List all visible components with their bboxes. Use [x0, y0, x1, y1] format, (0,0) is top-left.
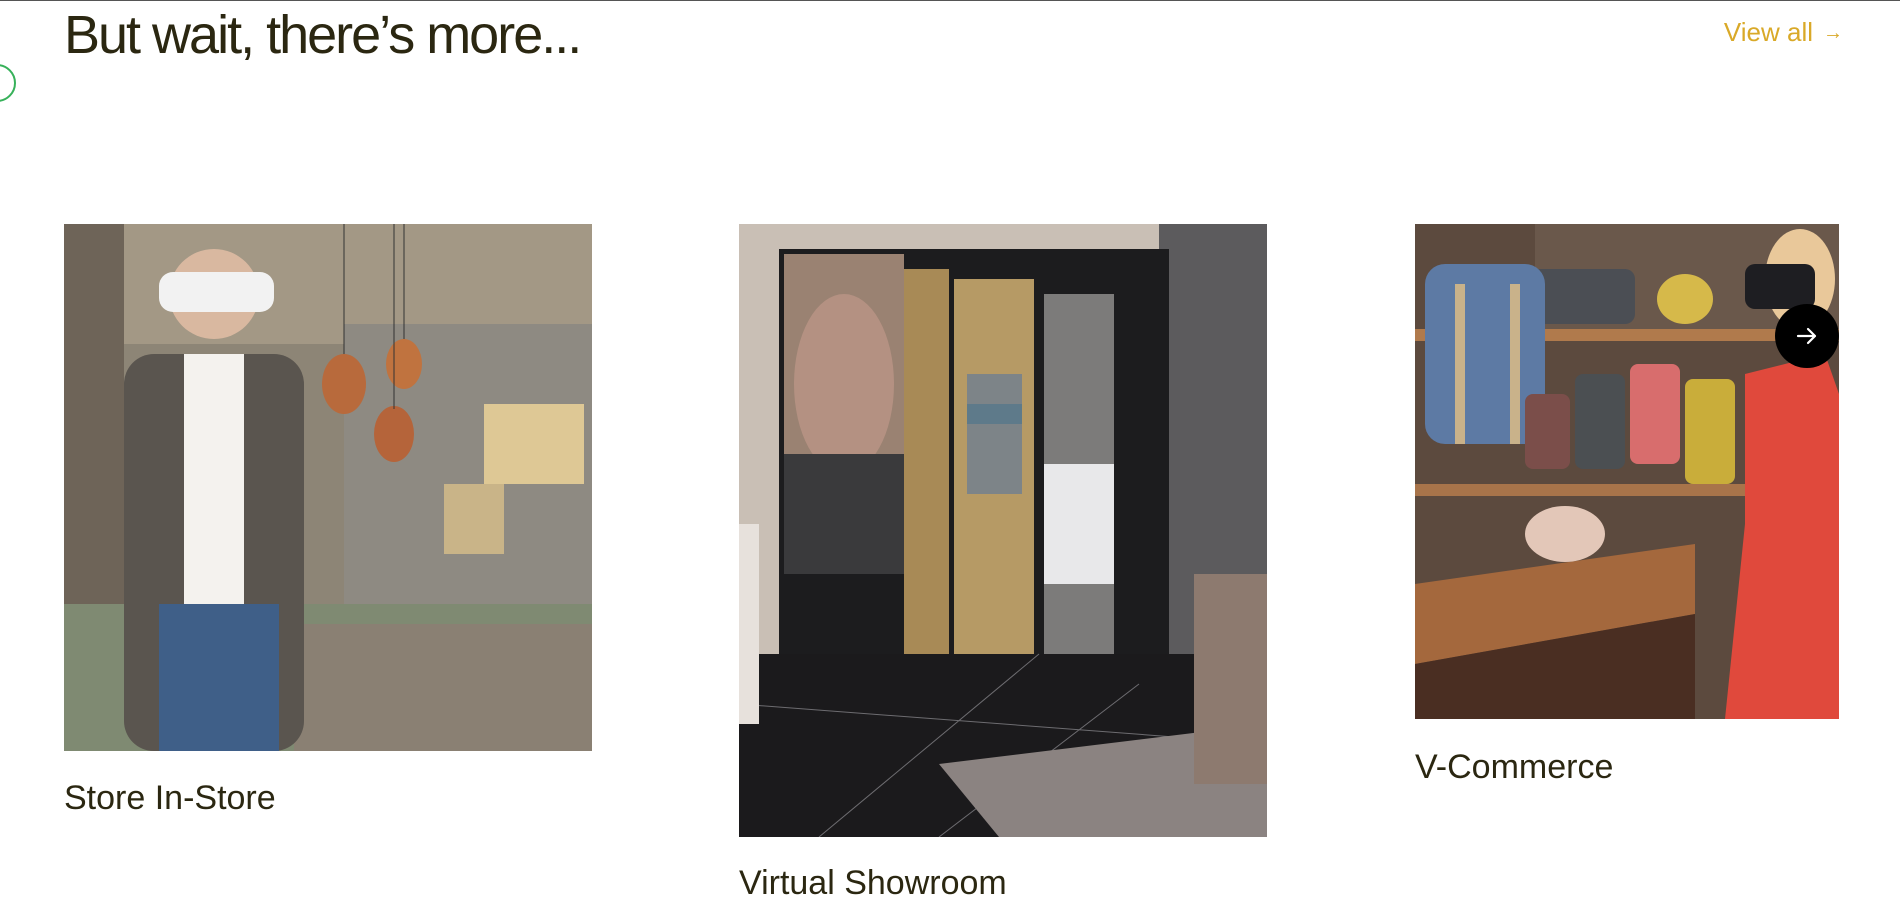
top-divider [0, 0, 1900, 1]
arrow-right-icon [1796, 327, 1817, 345]
card-label: V-Commerce [1415, 748, 1614, 786]
card-store-in-store[interactable]: Store In-Store [64, 224, 592, 817]
card-label: Virtual Showroom [739, 864, 1007, 902]
card-image[interactable] [1415, 224, 1839, 719]
section-title: But wait, there’s more... [64, 5, 582, 65]
card-image[interactable] [64, 224, 592, 751]
carousel-next-button[interactable] [1775, 304, 1839, 368]
card-v-commerce[interactable]: V-Commerce [1415, 224, 1839, 786]
card-image[interactable] [739, 224, 1267, 837]
view-all-label: View all [1723, 17, 1813, 47]
arrow-right-icon: → [1823, 21, 1843, 44]
decorative-ring [0, 64, 16, 102]
card-label: Store In-Store [64, 779, 276, 817]
view-all-link[interactable]: View all → [1724, 17, 1843, 48]
card-virtual-showroom[interactable]: Virtual Showroom [739, 224, 1267, 902]
